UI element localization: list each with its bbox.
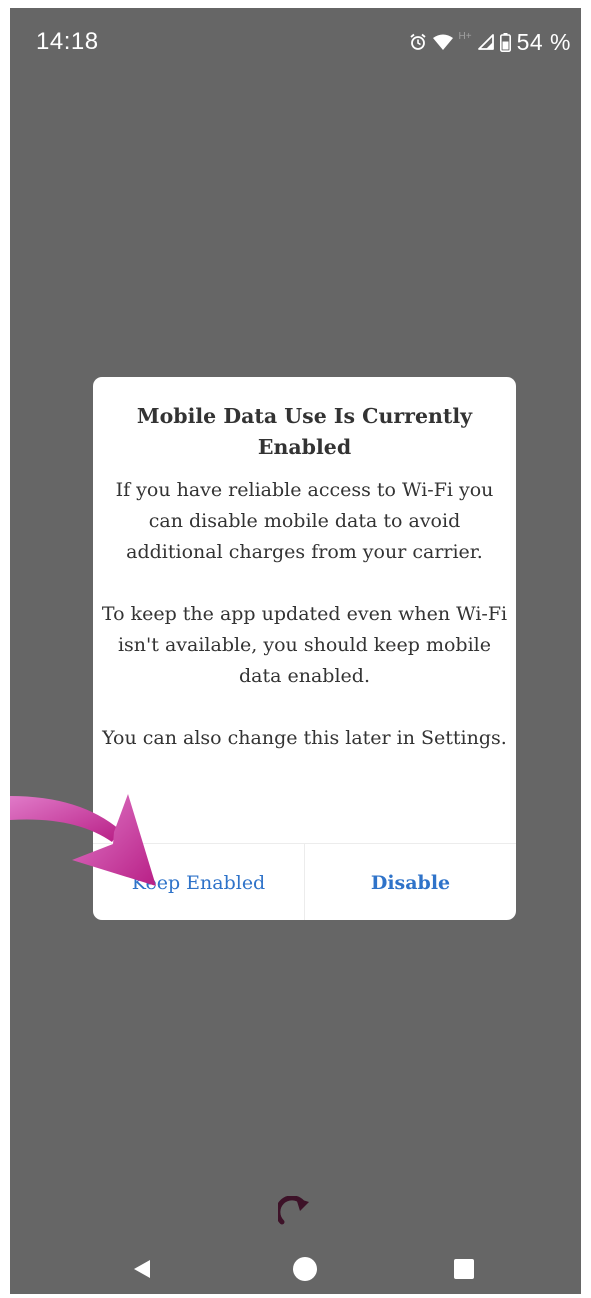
back-icon[interactable] xyxy=(132,1258,154,1284)
dialog-message: If you have reliable access to Wi-Fi you… xyxy=(101,475,508,754)
mobile-data-dialog: Mobile Data Use Is Currently Enabled If … xyxy=(93,377,516,920)
battery-icon xyxy=(499,32,511,52)
screen: 14:18 H+ 54 % Mobile Data Use Is Current… xyxy=(10,8,581,1294)
keep-enabled-button[interactable]: Keep Enabled xyxy=(93,844,305,920)
navigation-bar xyxy=(10,1238,581,1294)
wifi-icon xyxy=(432,34,453,50)
dialog-paragraph-settings: You can also change this later in Settin… xyxy=(102,727,507,749)
dialog-paragraph-updates: To keep the app updated even when Wi-Fi … xyxy=(101,603,508,687)
loading-spinner-icon xyxy=(275,1195,312,1230)
dialog-buttons: Keep Enabled Disable xyxy=(93,843,516,920)
signal-icon xyxy=(477,34,494,50)
home-icon[interactable] xyxy=(292,1256,318,1286)
dialog-paragraph-wifi: If you have reliable access to Wi-Fi you… xyxy=(115,479,494,563)
recents-icon[interactable] xyxy=(453,1258,475,1284)
network-type-label: H+ xyxy=(458,30,472,42)
battery-percentage: 54 % xyxy=(516,28,571,55)
dialog-title: Mobile Data Use Is Currently Enabled xyxy=(136,404,473,459)
status-bar: 14:18 H+ 54 % xyxy=(10,8,581,78)
disable-button[interactable]: Disable xyxy=(305,844,516,920)
status-time: 14:18 xyxy=(36,28,99,55)
alarm-icon xyxy=(409,33,427,51)
status-icons: H+ 54 % xyxy=(409,28,572,56)
